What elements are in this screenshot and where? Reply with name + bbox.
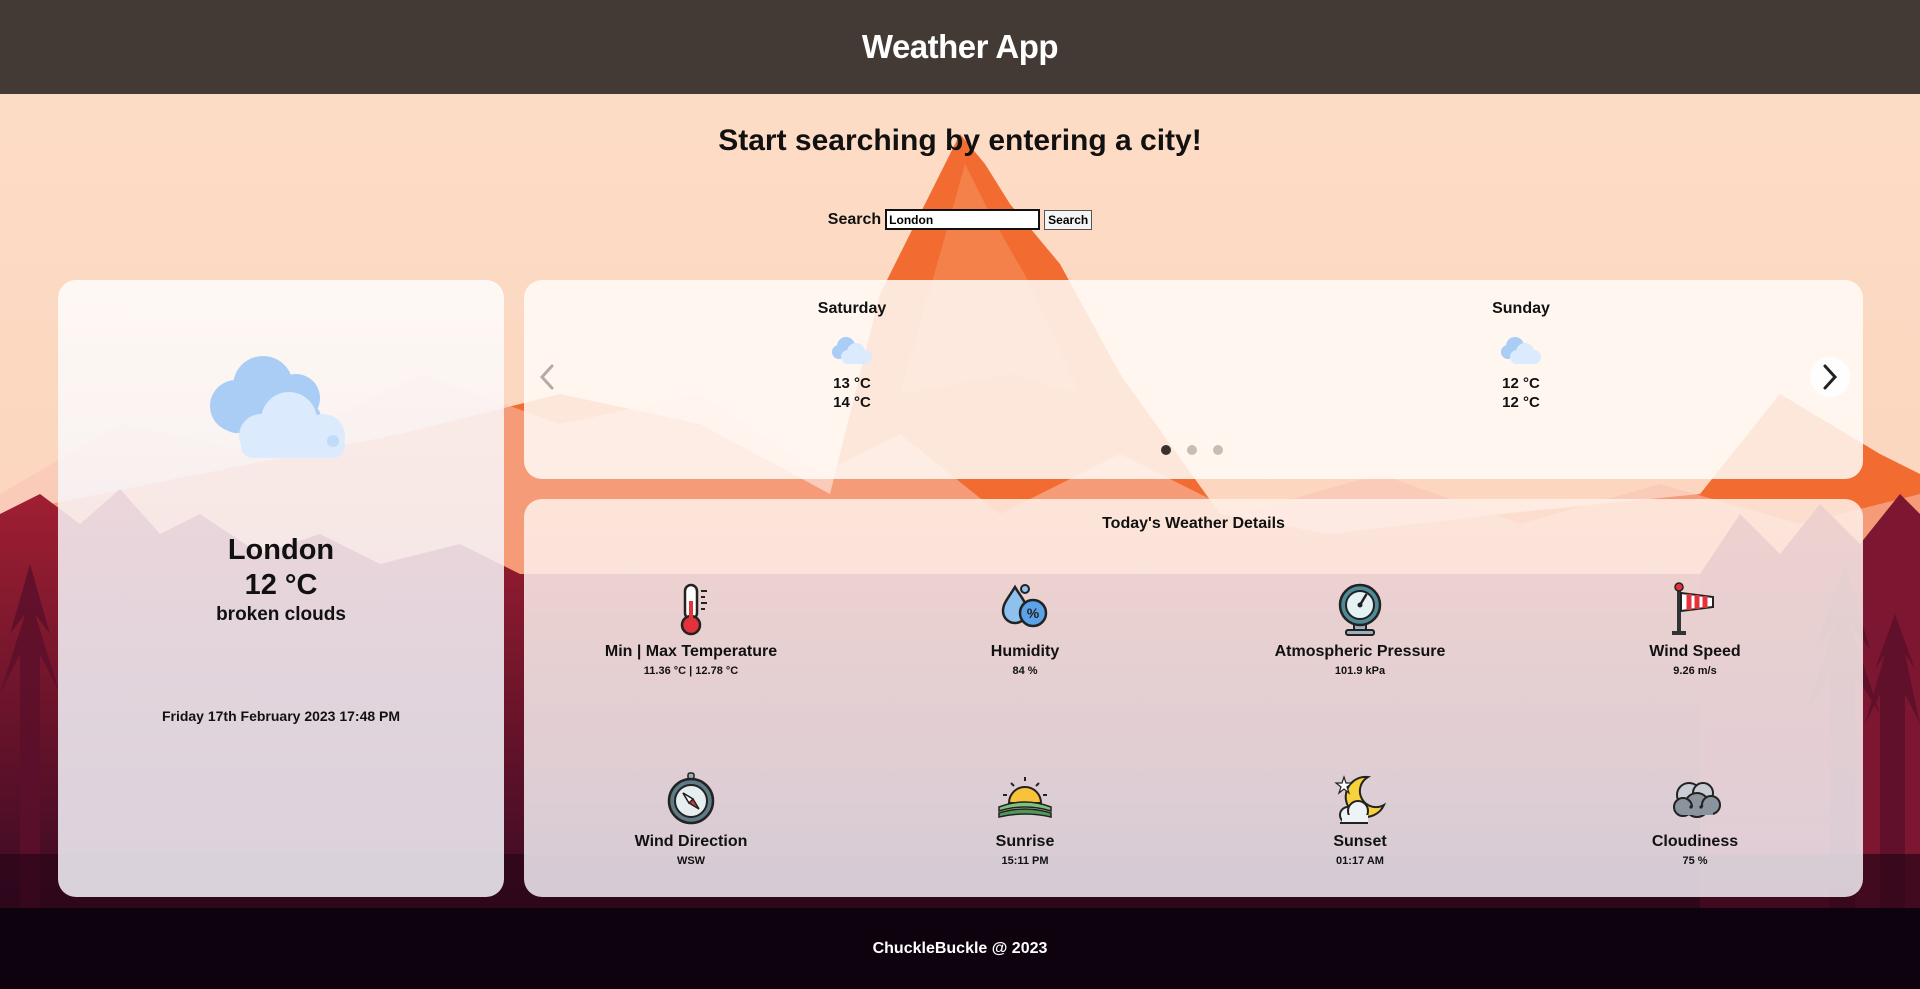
metric-label: Atmospheric Pressure: [1274, 643, 1446, 660]
sunrise-icon: [998, 777, 1052, 818]
forecast-day-name: Sunday: [1492, 300, 1550, 317]
carousel-dot[interactable]: [1213, 445, 1223, 455]
app-title: Weather App: [861, 28, 1059, 65]
current-weather-card: London 12 °C broken clouds Friday 17th F…: [58, 280, 504, 897]
chevron-left-icon: [539, 364, 554, 390]
metric-label: Wind Speed: [1649, 643, 1741, 660]
metric-value: 75 %: [1682, 855, 1708, 867]
carousel-dot[interactable]: [1187, 445, 1197, 455]
carousel-pagination: [1161, 445, 1223, 455]
svg-text:%: %: [1027, 605, 1040, 621]
search-prompt: Start searching by entering a city!: [718, 124, 1202, 157]
metric-value: 15:11 PM: [1001, 855, 1049, 867]
pressure-gauge-icon: [1338, 583, 1382, 636]
forecast-min-temp: 13 °C: [833, 375, 871, 392]
metric-label: Wind Direction: [634, 833, 748, 850]
search-input[interactable]: [885, 209, 1041, 230]
metric-label: Cloudiness: [1651, 833, 1739, 850]
metric-wind-speed: Wind Speed 9.26 m/s: [1575, 581, 1815, 677]
metric-value: 01:17 AM: [1336, 855, 1384, 867]
windsock-icon: [1672, 582, 1714, 635]
forecast-max-temp: 12 °C: [1502, 394, 1540, 411]
metric-label: Sunset: [1333, 833, 1387, 850]
metric-label: Sunrise: [995, 833, 1055, 850]
metric-temperature: Min | Max Temperature 11.36 °C | 12.78 °…: [571, 581, 811, 677]
cloud-icon: [832, 337, 872, 364]
todays-details-card: Today's Weather Details Min | Max Temper…: [524, 499, 1863, 897]
compass-icon: [667, 772, 715, 825]
footer-text: ChuckleBuckle @ 2023: [872, 939, 1048, 957]
metric-value: WSW: [676, 855, 706, 867]
search-button[interactable]: Search: [1044, 209, 1093, 230]
metric-pressure: Atmospheric Pressure 101.9 kPa: [1240, 581, 1480, 677]
thermometer-icon: [680, 583, 707, 636]
forecast-day: Saturday 13 °C 14 °C: [752, 300, 952, 412]
forecast-min-temp: 12 °C: [1502, 375, 1540, 392]
cloudy-rain-icon: [1673, 782, 1721, 818]
current-datetime: Friday 17th February 2023 17:48 PM: [161, 708, 401, 724]
carousel-next-button[interactable]: [1810, 357, 1850, 397]
search-label: Search: [827, 210, 882, 228]
carousel-dot[interactable]: [1161, 445, 1171, 455]
metric-sunrise: Sunrise 15:11 PM: [905, 771, 1145, 867]
search-bar: Search Search: [0, 209, 1920, 230]
forecast-carousel: Saturday 13 °C 14 °C Sunday 12 °C 12 °C: [524, 280, 1863, 479]
current-temperature: 12 °C: [244, 569, 318, 601]
metric-wind-direction: Wind Direction WSW: [571, 771, 811, 867]
broken-clouds-icon: [210, 356, 345, 458]
metric-sunset: Sunset 01:17 AM: [1240, 771, 1480, 867]
forecast-day: Sunday 12 °C 12 °C: [1421, 300, 1621, 412]
metric-cloudiness: Cloudiness 75 %: [1575, 771, 1815, 867]
forecast-max-temp: 14 °C: [833, 394, 871, 411]
current-description: broken clouds: [216, 604, 346, 625]
metric-value: 101.9 kPa: [1334, 665, 1386, 677]
moon-night-icon: [1334, 775, 1387, 824]
current-city: London: [227, 534, 335, 566]
metric-label: Humidity: [990, 643, 1060, 660]
chevron-right-icon: [1823, 364, 1838, 390]
metric-humidity: % Humidity 84 %: [905, 581, 1145, 677]
forecast-day-name: Saturday: [817, 300, 887, 317]
metric-label: Min | Max Temperature: [604, 643, 778, 660]
details-title: Today's Weather Details: [1102, 515, 1285, 532]
metric-value: 84 %: [1012, 665, 1038, 677]
humidity-icon: %: [1001, 584, 1048, 628]
carousel-prev-button[interactable]: [527, 357, 567, 397]
cloud-icon: [1501, 337, 1541, 364]
app-footer: ChuckleBuckle @ 2023: [0, 908, 1920, 989]
metric-value: 9.26 m/s: [1673, 665, 1717, 677]
metric-value: 11.36 °C | 12.78 °C: [643, 665, 739, 677]
app-header: Weather App: [0, 0, 1920, 94]
